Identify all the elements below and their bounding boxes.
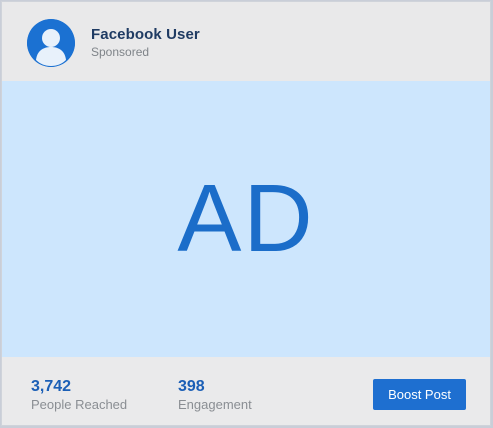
- ad-placeholder-text: AD: [177, 165, 315, 272]
- boost-post-button[interactable]: Boost Post: [373, 379, 466, 410]
- user-avatar-icon[interactable]: [27, 19, 75, 67]
- post-author-name[interactable]: Facebook User: [91, 26, 200, 43]
- sponsored-label: Sponsored: [91, 45, 150, 59]
- sponsored-post-card: Facebook User Sponsored AD 3,742 People …: [1, 1, 491, 426]
- people-reached-label: People Reached: [31, 397, 128, 412]
- post-header: Facebook User Sponsored: [2, 2, 490, 81]
- post-footer: 3,742 People Reached 398 Engagement Boos…: [2, 357, 490, 425]
- ad-media[interactable]: AD: [2, 81, 490, 357]
- person-icon: [27, 19, 75, 67]
- people-reached-value: 3,742: [31, 378, 72, 395]
- people-reached-stat: 3,742 People Reached: [31, 377, 127, 413]
- engagement-stat: 398 Engagement: [178, 377, 252, 413]
- engagement-label: Engagement: [178, 397, 252, 412]
- engagement-value: 398: [178, 378, 205, 395]
